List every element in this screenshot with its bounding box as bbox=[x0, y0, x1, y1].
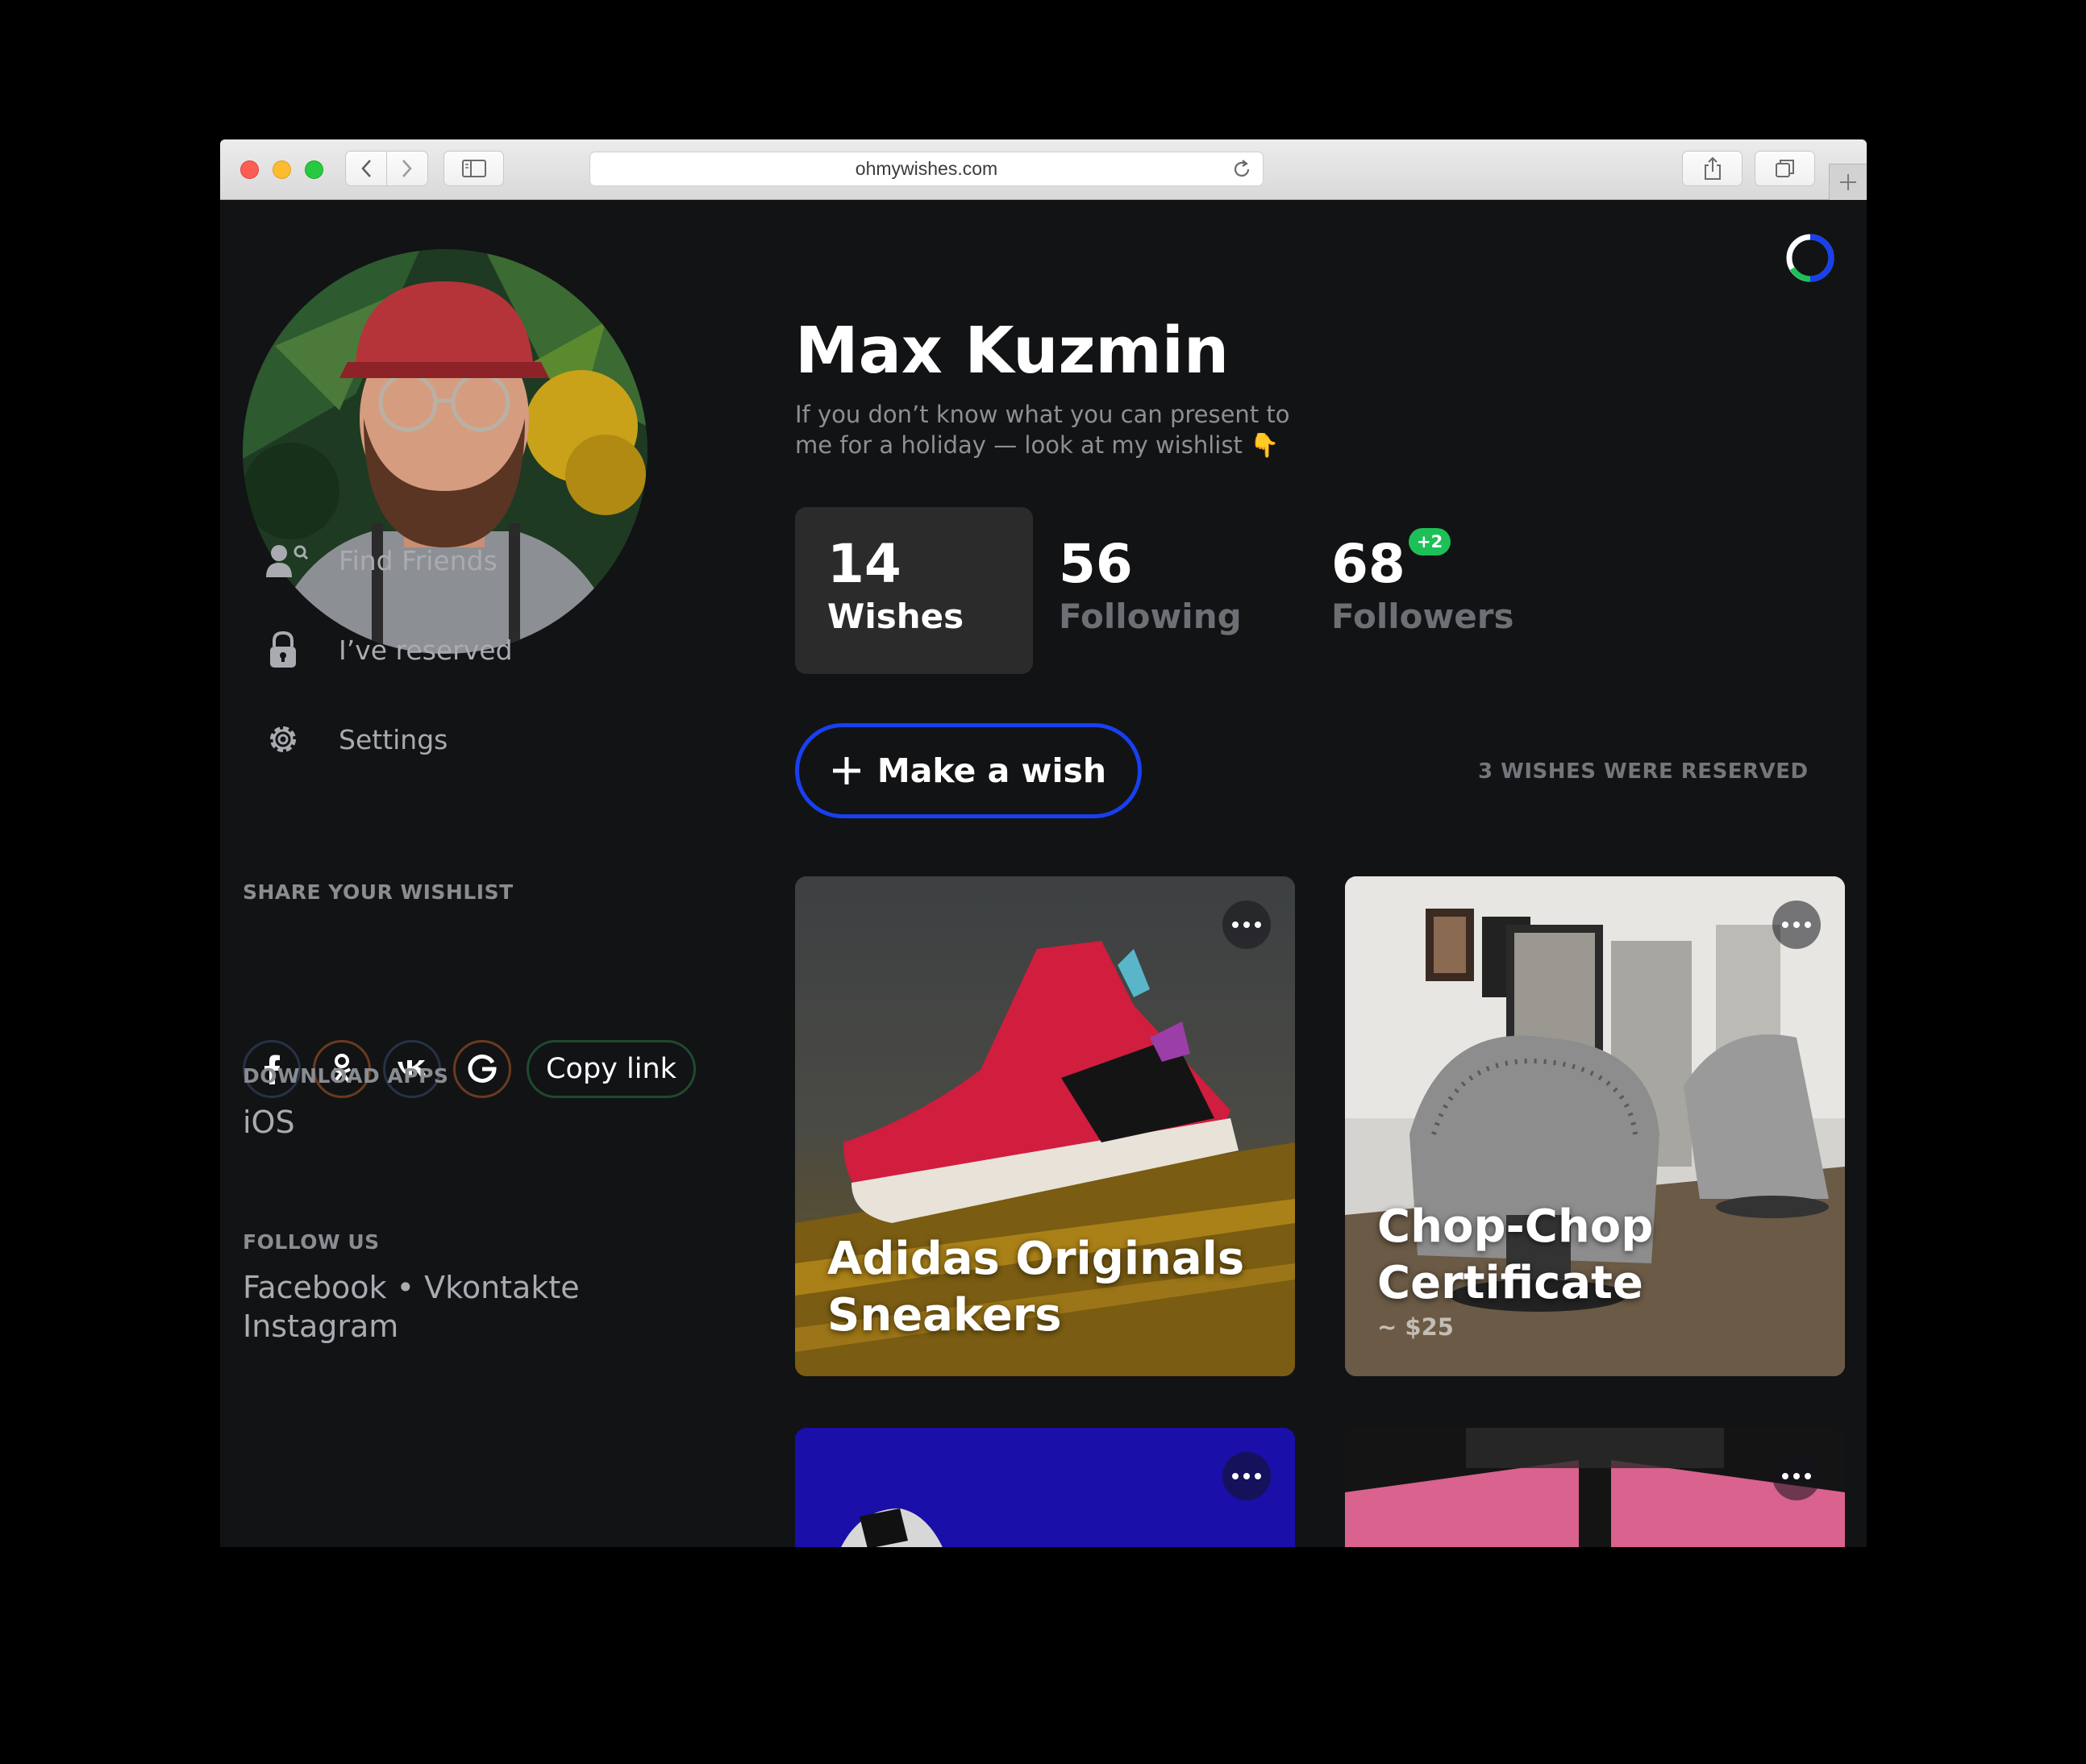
google-icon bbox=[468, 1055, 497, 1083]
chevron-right-icon bbox=[402, 160, 412, 177]
plus-icon bbox=[832, 757, 860, 784]
loading-spinner-icon bbox=[1786, 234, 1834, 282]
ios-app-link[interactable]: iOS bbox=[243, 1103, 295, 1142]
wishes-label: Wishes bbox=[827, 597, 964, 636]
followers-count: 68 bbox=[1331, 533, 1405, 595]
plus-icon bbox=[1840, 174, 1856, 190]
facebook-link[interactable]: Facebook bbox=[243, 1270, 387, 1305]
address-bar[interactable]: ohmywishes.com bbox=[589, 152, 1264, 186]
separator-dot: • bbox=[396, 1270, 415, 1305]
maximize-window-button[interactable] bbox=[305, 160, 323, 179]
wish-title: Adidas Originals Sneakers bbox=[827, 1233, 1245, 1342]
page-content: Find Friends I’ve reserved Settings SHAR… bbox=[220, 201, 1867, 1547]
sidebar-item-find-friends[interactable]: Find Friends bbox=[264, 536, 498, 585]
sidebar-item-settings[interactable]: Settings bbox=[264, 715, 448, 763]
copy-link-button[interactable]: Copy link bbox=[527, 1040, 696, 1098]
wish-card-image bbox=[795, 1428, 1295, 1547]
stat-wishes-tab[interactable]: 14 Wishes bbox=[795, 507, 1033, 674]
browser-window: ohmywishes.com Find Friends I’ve reserve… bbox=[220, 139, 1867, 1547]
instagram-link[interactable]: Instagram bbox=[243, 1308, 398, 1344]
stat-followers-tab[interactable]: 68 +2 Followers bbox=[1299, 507, 1557, 674]
wish-options-button[interactable] bbox=[1772, 901, 1821, 949]
chevron-left-icon bbox=[361, 160, 371, 177]
profile-name: Max Kuzmin bbox=[795, 314, 1230, 388]
sidebar-item-label: Find Friends bbox=[339, 544, 498, 576]
avatar[interactable] bbox=[243, 249, 647, 654]
sidebar-icon bbox=[461, 160, 486, 177]
back-button[interactable] bbox=[346, 152, 386, 185]
sidebar-item-reserved[interactable]: I’ve reserved bbox=[264, 626, 513, 674]
wish-options-button[interactable] bbox=[1222, 1452, 1271, 1500]
sidebar-toggle-button[interactable] bbox=[443, 151, 504, 186]
download-apps-heading: DOWNLOAD APPS bbox=[243, 1064, 449, 1088]
wish-card[interactable] bbox=[1345, 1428, 1845, 1547]
new-followers-badge: +2 bbox=[1409, 528, 1451, 555]
wish-card[interactable] bbox=[795, 1428, 1295, 1547]
share-button[interactable] bbox=[1682, 151, 1742, 186]
wish-options-button[interactable] bbox=[1772, 1452, 1821, 1500]
tabs-icon bbox=[1775, 160, 1794, 177]
share-heading: SHARE YOUR WISHLIST bbox=[243, 880, 514, 904]
close-window-button[interactable] bbox=[240, 160, 259, 179]
make-a-wish-button[interactable]: Make a wish bbox=[795, 723, 1142, 818]
find-friends-icon bbox=[264, 540, 313, 580]
sidebar-item-label: Settings bbox=[339, 723, 448, 755]
follow-us-heading: FOLLOW US bbox=[243, 1230, 380, 1254]
forward-button[interactable] bbox=[387, 152, 427, 185]
following-count: 56 bbox=[1059, 533, 1133, 595]
show-tabs-button[interactable] bbox=[1755, 151, 1815, 186]
stat-following-tab[interactable]: 56 Following bbox=[1026, 507, 1268, 674]
wish-title: Chop-Chop Certificate bbox=[1377, 1200, 1654, 1309]
avatar-photo bbox=[243, 249, 647, 654]
minimize-window-button[interactable] bbox=[273, 160, 291, 179]
profile-bio: If you don’t know what you can present t… bbox=[795, 401, 1290, 459]
wish-card[interactable]: Chop-Chop Certificate ~ $25 bbox=[1345, 876, 1845, 1376]
vkontakte-link[interactable]: Vkontakte bbox=[424, 1270, 579, 1305]
followers-label: Followers bbox=[1331, 597, 1514, 636]
address-url: ohmywishes.com bbox=[855, 158, 998, 179]
wish-options-button[interactable] bbox=[1222, 901, 1271, 949]
gear-icon bbox=[264, 719, 313, 759]
wish-card[interactable]: Adidas Originals Sneakers bbox=[795, 876, 1295, 1376]
browser-toolbar: ohmywishes.com bbox=[220, 139, 1867, 200]
follow-links: Facebook • Vkontakte Instagram bbox=[243, 1268, 580, 1346]
wish-card-image bbox=[1345, 1428, 1845, 1547]
share-google-button[interactable] bbox=[453, 1040, 511, 1098]
reload-icon[interactable] bbox=[1230, 158, 1253, 181]
followers-count-wrap: 68 +2 bbox=[1331, 528, 1451, 595]
navigation-buttons bbox=[345, 151, 428, 186]
wish-price: ~ $25 bbox=[1377, 1313, 1454, 1341]
share-icon bbox=[1704, 156, 1721, 180]
following-label: Following bbox=[1059, 597, 1242, 636]
make-a-wish-label: Make a wish bbox=[876, 751, 1107, 790]
lock-icon bbox=[264, 630, 313, 670]
wishes-count: 14 bbox=[827, 533, 901, 595]
reserved-wishes-note: 3 WISHES WERE RESERVED bbox=[1478, 759, 1809, 784]
sidebar-item-label: I’ve reserved bbox=[339, 634, 513, 666]
new-tab-button[interactable] bbox=[1829, 164, 1867, 200]
